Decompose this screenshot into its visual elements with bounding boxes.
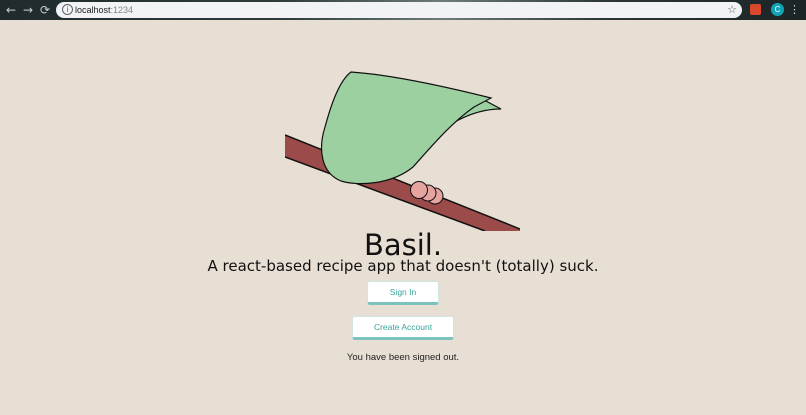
address-bar[interactable]: i localhost:1234 ☆ (56, 2, 742, 18)
signed-out-message: You have been signed out. (346, 352, 460, 363)
create-account-button[interactable]: Create Account (352, 316, 454, 340)
back-arrow-icon[interactable]: ← (3, 2, 19, 18)
site-info-icon[interactable]: i (62, 4, 73, 15)
bookmark-star-icon[interactable]: ☆ (727, 2, 737, 18)
main-leaf (320, 71, 493, 185)
sign-in-button[interactable]: Sign In (367, 281, 439, 305)
browser-menu-icon[interactable]: ⋮ (789, 1, 800, 19)
basil-leaf-illustration (285, 71, 520, 231)
reload-icon[interactable]: ⟳ (37, 2, 53, 18)
profile-avatar[interactable]: C (771, 3, 784, 16)
bud-1 (410, 181, 428, 199)
extension-icon[interactable] (750, 4, 761, 15)
forward-arrow-icon[interactable]: → (20, 2, 36, 18)
browser-toolbar: ← → ⟳ i localhost:1234 ☆ C ⋮ (0, 0, 806, 20)
url-port: :1234 (110, 5, 134, 15)
url-text[interactable]: localhost:1234 (75, 3, 133, 17)
app-tagline: A react-based recipe app that doesn't (t… (207, 257, 599, 275)
url-host: localhost (75, 5, 111, 15)
